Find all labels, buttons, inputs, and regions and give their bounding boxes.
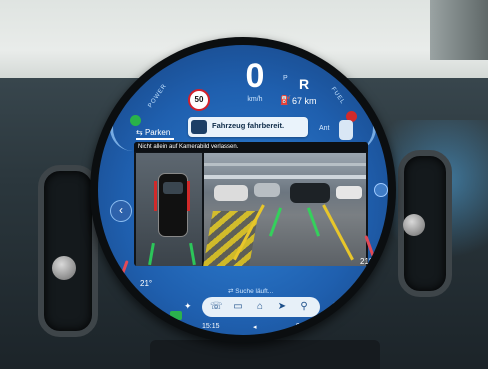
battery-icon: [170, 311, 182, 320]
clock: 15:15: [202, 323, 220, 330]
parked-car: [254, 183, 280, 197]
power-label: POWER: [147, 82, 169, 110]
speed-unit: km/h: [247, 96, 263, 103]
temperature-left[interactable]: 21°: [140, 279, 152, 288]
car-top-icon: [158, 173, 188, 237]
vent-knob-left[interactable]: [52, 256, 76, 280]
ant-button[interactable]: Ant: [319, 125, 330, 132]
vent-knob-right[interactable]: [403, 214, 425, 236]
app-dock: ☏ ▭ ⌂ ➤ ⚲: [202, 297, 320, 317]
outside-temperature: 9 °C: [296, 323, 310, 330]
parked-car: [214, 185, 248, 201]
seat-icon[interactable]: ⚠: [330, 301, 338, 312]
temperature-right[interactable]: 21°: [360, 257, 372, 266]
air-vent-left: [38, 165, 98, 337]
tab-parken[interactable]: ⇆ Parken: [136, 128, 170, 137]
proximity-marker-left: [154, 181, 157, 211]
home-icon[interactable]: ⌂: [254, 301, 266, 313]
nav-arrow[interactable]: ◂: [253, 323, 257, 331]
navigation-arrow-icon[interactable]: ➤: [276, 301, 288, 313]
car-window: [163, 182, 183, 194]
vehicle-icon: [339, 120, 353, 140]
fan-icon[interactable]: ✦: [184, 301, 192, 312]
parked-car: [290, 183, 330, 203]
status-banner: Fahrzeug fahrbereit.: [188, 117, 308, 137]
rear-camera-view[interactable]: [203, 153, 366, 266]
guide-line-right: [189, 242, 196, 266]
chevron-left-icon[interactable]: ‹: [110, 200, 132, 222]
distance-line-right: [306, 207, 321, 237]
fuel-label: FUEL: [329, 86, 346, 106]
garage-beam: [204, 163, 366, 166]
distance-line-left: [268, 207, 283, 237]
profile-icon[interactable]: ⚲: [298, 301, 310, 313]
range-value: 67 km: [292, 96, 317, 106]
center-console: [150, 340, 380, 369]
settings-icon[interactable]: [374, 183, 388, 197]
camera-warning: Nicht allein auf Kamerabild verlassen.: [134, 142, 368, 152]
range-icon: ⛽: [280, 95, 292, 105]
search-status-text: Suche läuft...: [235, 288, 274, 295]
tab-active-indicator: [136, 138, 174, 140]
media-icon[interactable]: ▭: [232, 301, 244, 313]
trajectory-line-right: [322, 204, 354, 261]
garage-beam: [204, 175, 366, 179]
hazard-stripe: [203, 211, 259, 266]
top-view-camera[interactable]: [136, 153, 202, 266]
camera-view: Nicht allein auf Kamerabild verlassen.: [134, 142, 368, 266]
car-status-icon: [191, 120, 207, 134]
parked-car: [336, 186, 362, 199]
status-banner-text: Fahrzeug fahrbereit.: [212, 121, 285, 130]
speed-limit-sign: 50: [188, 89, 210, 111]
parking-icon: ⇆: [136, 128, 143, 137]
park-indicator: P: [283, 75, 288, 82]
tab-parken-label: Parken: [144, 128, 171, 137]
guide-line-left: [148, 242, 155, 266]
phone-icon[interactable]: ☏: [210, 301, 223, 313]
gear-indicator: R: [299, 76, 310, 92]
a-pillar: [430, 0, 488, 60]
round-display: POWER FUEL 50 0 km/h P R ⛽ 67 km Fahrzeu…: [98, 45, 388, 335]
proximity-marker-right: [187, 181, 190, 211]
power-arc: [110, 81, 133, 151]
status-green-icon: [130, 115, 141, 126]
search-status: ⇄ Suche läuft...: [228, 287, 273, 295]
speed-value: 0: [245, 57, 265, 95]
